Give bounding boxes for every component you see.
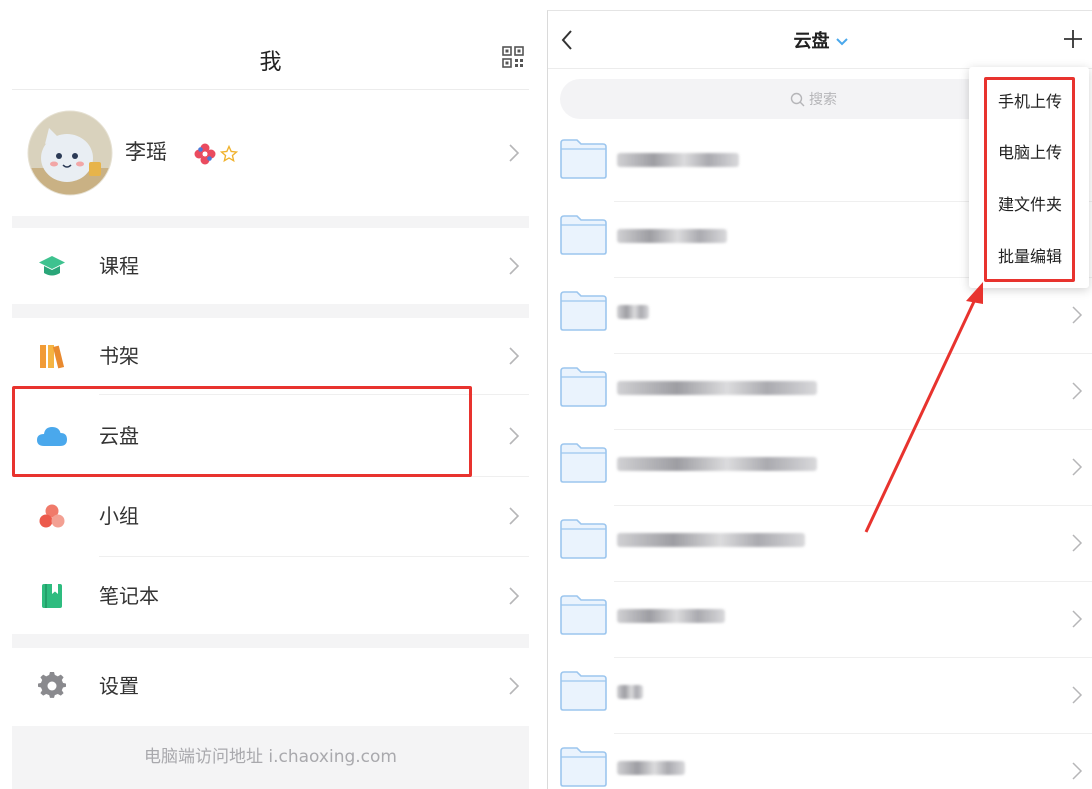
chevron-right-icon <box>509 144 520 162</box>
chevron-right-icon <box>1072 762 1083 780</box>
chevron-right-icon <box>1072 534 1083 552</box>
row-divider <box>614 353 1092 354</box>
search-placeholder-wrap: 搜索 <box>790 89 837 109</box>
row-divider <box>614 505 1092 506</box>
cloud-drive-title[interactable]: 云盘 <box>548 27 1092 53</box>
group-icon <box>39 504 65 528</box>
menu-item-label: 小组 <box>99 504 139 528</box>
chevron-right-icon <box>1072 382 1083 400</box>
avatar <box>27 110 113 196</box>
cloud-drive-title-text: 云盘 <box>793 31 830 52</box>
chevron-right-icon <box>509 507 520 525</box>
folder-icon <box>560 139 607 179</box>
folder-row[interactable] <box>548 355 1092 431</box>
blurred-folder-name <box>617 761 685 775</box>
menu-item-bookshelf[interactable]: 书架 <box>12 318 529 394</box>
section-gap <box>12 304 529 318</box>
gear-icon <box>38 672 66 698</box>
chevron-down-icon <box>835 38 848 46</box>
blurred-folder-name <box>617 685 643 699</box>
chevron-right-icon <box>509 427 520 445</box>
blurred-folder-name <box>617 457 817 471</box>
folder-row[interactable] <box>548 583 1092 659</box>
cloud-drive-highlight-box <box>12 386 472 477</box>
chevron-right-icon <box>1072 306 1083 324</box>
chevron-right-icon <box>509 257 520 275</box>
menu-item-notebook[interactable]: 笔记本 <box>12 558 529 634</box>
folder-row[interactable] <box>548 279 1092 355</box>
screen: 我 李瑶 课程 书架 云盘 小组 笔记本 设置 电脑端访问地址 i.chaoxi… <box>0 0 1092 789</box>
profile-name: 李瑶 <box>125 140 167 164</box>
blurred-folder-name <box>617 533 805 547</box>
bookshelf-icon <box>40 345 65 369</box>
profile-row[interactable]: 李瑶 <box>12 90 529 216</box>
add-menu-highlight-box <box>984 77 1075 282</box>
chevron-right-icon <box>1072 610 1083 628</box>
blurred-folder-name <box>617 153 739 167</box>
graduation-cap-icon <box>39 256 65 276</box>
qr-code-icon[interactable] <box>502 46 524 68</box>
chevron-right-icon <box>1072 458 1083 476</box>
search-placeholder: 搜索 <box>809 92 837 108</box>
search-icon <box>790 92 805 107</box>
blurred-folder-name <box>617 609 725 623</box>
web-address-text: 电脑端访问地址 i.chaoxing.com <box>143 747 397 767</box>
add-icon[interactable] <box>1063 29 1083 49</box>
menu-item-label: 书架 <box>99 344 139 368</box>
folder-row[interactable] <box>548 735 1092 789</box>
folder-icon <box>560 671 607 711</box>
menu-item-label: 设置 <box>99 674 139 698</box>
chevron-right-icon <box>1072 686 1083 704</box>
folder-icon <box>560 367 607 407</box>
folder-icon <box>560 595 607 635</box>
web-address-footer: 电脑端访问地址 i.chaoxing.com <box>12 726 529 789</box>
row-divider <box>614 657 1092 658</box>
blurred-folder-name <box>617 305 649 319</box>
row-divider <box>614 581 1092 582</box>
folder-icon <box>560 215 607 255</box>
chevron-right-icon <box>509 677 520 695</box>
chevron-right-icon <box>509 587 520 605</box>
menu-item-label: 课程 <box>99 254 139 278</box>
menu-item-settings[interactable]: 设置 <box>12 648 529 724</box>
row-divider <box>614 733 1092 734</box>
folder-row[interactable] <box>548 659 1092 735</box>
menu-item-label: 笔记本 <box>99 584 159 608</box>
menu-item-groups[interactable]: 小组 <box>12 478 529 554</box>
page-title: 我 <box>259 50 282 75</box>
me-header: 我 <box>12 0 529 90</box>
folder-icon <box>560 519 607 559</box>
chevron-right-icon <box>509 347 520 365</box>
blurred-folder-name <box>617 229 727 243</box>
folder-icon <box>560 291 607 331</box>
folder-icon <box>560 747 607 787</box>
folder-icon <box>560 443 607 483</box>
search-bar[interactable]: 搜索 <box>560 79 1020 119</box>
blurred-folder-name <box>617 381 817 395</box>
section-gap <box>12 634 529 648</box>
star-badge-icon <box>220 145 238 163</box>
notebook-icon <box>42 584 62 608</box>
flower-badge-icon <box>194 143 216 165</box>
folder-row[interactable] <box>548 431 1092 507</box>
row-divider <box>99 556 529 557</box>
folder-row[interactable] <box>548 507 1092 583</box>
section-gap <box>12 216 529 228</box>
row-divider <box>614 429 1092 430</box>
cloud-drive-header: 云盘 <box>548 11 1092 69</box>
menu-item-courses[interactable]: 课程 <box>12 228 529 304</box>
